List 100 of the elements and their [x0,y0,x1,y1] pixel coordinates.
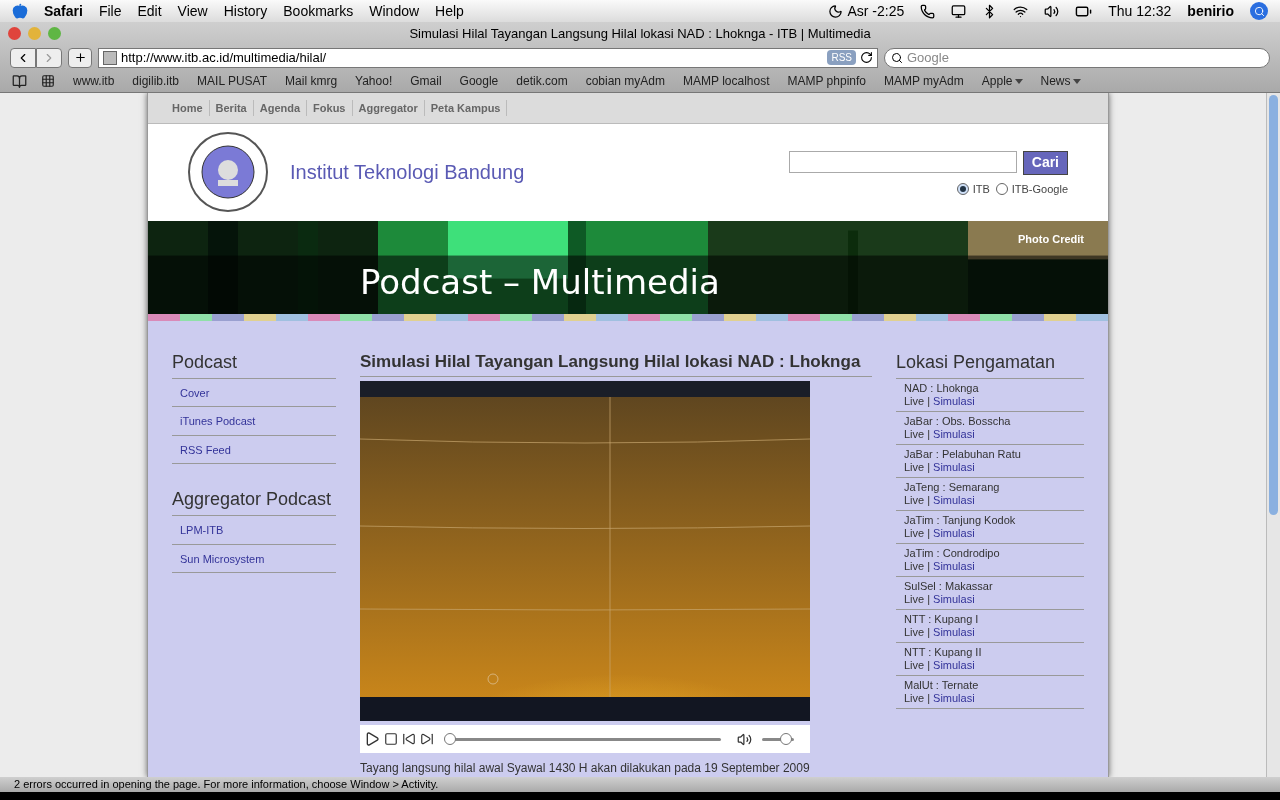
bookmarks-icon[interactable] [12,73,27,89]
slider-thumb[interactable] [780,732,792,745]
reload-icon[interactable] [860,51,873,64]
add-bookmark-button[interactable] [68,47,92,68]
bookmark-link[interactable]: cobian myAdm [585,72,665,90]
separator: | [927,592,931,606]
bookmark-link[interactable]: Mail kmrg [285,72,338,90]
simulation-link[interactable]: Simulasi [933,460,975,474]
play-icon[interactable] [364,731,380,747]
moon-icon[interactable] [828,3,844,19]
menu-item[interactable]: Edit [137,0,162,22]
address-field[interactable]: http://www.itb.ac.id/multimedia/hilal/ RSS [98,47,878,68]
radio-button[interactable] [956,183,969,196]
separator: | [927,559,931,573]
stop-icon[interactable] [384,732,398,746]
sidebar-link[interactable]: iTunes Podcast [180,415,256,427]
live-label: Live [904,394,925,408]
search-icon [1253,5,1265,17]
search-field[interactable]: Google [884,47,1270,68]
bookmark-link[interactable]: Gmail [410,72,442,90]
dropdown-caret-icon [1014,78,1023,84]
radio-label[interactable]: ITB [972,180,990,198]
menu-item[interactable]: Window [369,0,420,22]
radio-label[interactable]: ITB-Google [1011,180,1068,198]
next-icon[interactable] [420,732,434,746]
menu-item[interactable]: History [223,0,268,22]
previous-icon[interactable] [402,732,416,746]
bookmark-link[interactable]: MAIL PUSAT [197,72,268,90]
nav-link[interactable]: Home [172,99,210,117]
section-heading: Aggregator Podcast [172,486,336,516]
bookmark-link[interactable]: www.itb [73,72,115,90]
scrollbar[interactable] [1266,93,1280,777]
nav-link[interactable]: Berita [215,99,254,117]
bookmark-link[interactable]: Google [459,72,499,90]
menu-item[interactable]: File [98,0,122,22]
radio-button[interactable] [995,183,1008,196]
simulation-link[interactable]: Simulasi [933,493,975,507]
slider-thumb[interactable] [444,732,456,745]
dropdown-caret-icon [1072,78,1081,84]
display-icon[interactable] [951,3,967,19]
bookmark-link[interactable]: detik.com [516,72,568,90]
simulation-link[interactable]: Simulasi [933,394,975,408]
separator: | [927,526,931,540]
live-label: Live [904,427,925,441]
section-heading: Lokasi Pengamatan [896,348,1084,379]
phone-icon[interactable] [920,3,936,19]
wifi-icon[interactable] [1013,3,1029,19]
section-heading: Podcast [172,348,336,379]
menu-item[interactable]: Help [435,0,464,22]
status-bar-text: 2 errors occurred in opening the page. For more information, choose Window > Activity. [14,777,439,793]
sidebar-link[interactable]: RSS Feed [180,443,231,456]
simulation-link[interactable]: Simulasi [933,526,975,540]
bookmark-link[interactable]: MAMP localhost [683,72,770,90]
forward-button[interactable] [36,47,62,68]
window-title: Simulasi Hilal Tayangan Langsung Hilal lokasi NAD : Lhoknga - ITB | Multimedia [409,24,871,43]
nav-link[interactable]: Aggregator [358,99,425,117]
live-label: Live [904,691,925,705]
simulation-link[interactable]: Simulasi [933,691,975,705]
bookmark-link[interactable]: News [1040,72,1081,90]
nav-link[interactable]: Fokus [313,99,353,117]
bookmark-link[interactable]: MAMP phpinfo [787,72,866,90]
sidebar-link[interactable]: LPM-ITB [180,524,224,536]
close-button[interactable] [8,27,21,40]
plus-icon [73,51,87,64]
spotlight-button[interactable] [1250,2,1268,20]
simulation-link[interactable]: Simulasi [933,658,975,672]
user-name[interactable]: benirio [1187,0,1234,22]
prayer-time[interactable]: Asr -2:25 [847,0,905,22]
app-menu[interactable]: Safari [44,0,83,22]
location-name: NAD : Lhoknga [904,381,980,395]
bookmark-link[interactable]: Apple [981,72,1023,90]
sidebar-link[interactable]: Cover [180,386,210,399]
apple-menu-icon[interactable] [12,3,28,19]
bookmark-link[interactable]: Yahoo! [355,72,393,90]
simulation-link[interactable]: Simulasi [933,559,975,573]
menu-clock[interactable]: Thu 12:32 [1108,0,1172,22]
bookmark-link[interactable]: MAMP myAdm [884,72,964,90]
separator: | [927,658,931,672]
location-name: NTT : Kupang I [904,612,980,626]
volume-icon[interactable] [1044,3,1060,19]
grid-icon[interactable] [41,74,55,88]
search-button[interactable]: Cari [1022,150,1068,175]
article-paragraph: Tayang langsung hilal awal Syawal 1430 H akan dilakukan pada 19 September 2009 [360,760,811,777]
site-search-field[interactable] [788,150,1017,173]
menu-item[interactable]: Bookmarks [283,0,354,22]
menu-item[interactable]: View [177,0,208,22]
live-label: Live [904,559,925,573]
volume-icon[interactable] [737,731,752,747]
separator: | [927,427,931,441]
back-button[interactable] [10,47,36,68]
site-title[interactable]: Institut Teknologi Bandung [290,157,525,188]
live-label: Live [904,493,925,507]
simulation-link[interactable]: Simulasi [933,592,975,606]
nav-link[interactable]: Agenda [259,99,308,117]
simulation-link[interactable]: Simulasi [933,625,975,639]
sidebar-link[interactable]: Sun Microsystem [180,552,265,565]
simulation-link[interactable]: Simulasi [933,427,975,441]
nav-link[interactable]: Peta Kampus [430,99,508,117]
search-icon [891,51,903,64]
bookmark-link[interactable]: digilib.itb [132,72,180,90]
